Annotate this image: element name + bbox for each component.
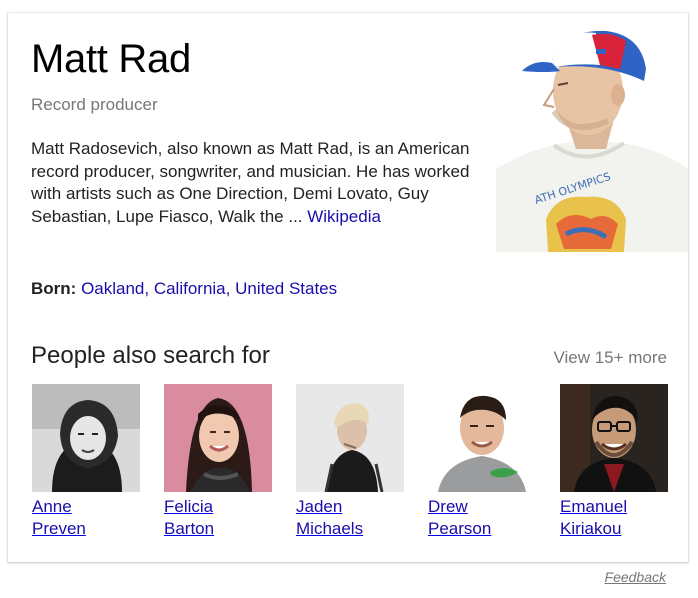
related-person-emanuel-kiriakou[interactable]: Emanuel Kiriakou	[560, 384, 668, 540]
person-first-name: Anne	[32, 497, 72, 516]
person-last-name: Barton	[164, 519, 215, 538]
person-thumbnail	[428, 384, 536, 492]
people-also-search-heading: People also search for	[31, 342, 270, 369]
person-last-name: Pearson	[428, 519, 492, 538]
born-fact: Born: Oakland, California, United States	[31, 279, 337, 299]
person-thumbnail	[560, 384, 668, 492]
person-first-name: Felicia	[164, 497, 214, 516]
person-thumbnail	[296, 384, 404, 492]
knowledge-panel: Matt Rad Record producer Matt Radosevich…	[8, 13, 688, 562]
person-last-name: Kiriakou	[560, 519, 622, 538]
person-thumbnail	[164, 384, 272, 492]
feedback-link[interactable]: Feedback	[605, 569, 666, 585]
person-first-name: Drew	[428, 497, 468, 516]
description-text: Matt Radosevich, also known as Matt Rad,…	[31, 139, 470, 226]
related-person-drew-pearson[interactable]: Drew Pearson	[428, 384, 536, 540]
born-label: Born:	[31, 279, 77, 298]
entity-description: Matt Radosevich, also known as Matt Rad,…	[31, 138, 481, 228]
person-thumbnail	[32, 384, 140, 492]
related-person-anne-preven[interactable]: Anne Preven	[32, 384, 140, 540]
entity-title: Matt Rad	[31, 37, 191, 81]
related-person-jaden-michaels[interactable]: Jaden Michaels	[296, 384, 404, 540]
portrait-image: ATH OLYMPICS	[496, 19, 688, 252]
entity-subtitle: Record producer	[31, 95, 158, 114]
born-location-link[interactable]: Oakland, California, United States	[81, 279, 337, 298]
person-first-name: Emanuel	[560, 497, 628, 516]
related-person-felicia-barton[interactable]: Felicia Barton	[164, 384, 272, 540]
person-last-name: Michaels	[296, 519, 364, 538]
person-first-name: Jaden	[296, 497, 343, 516]
view-more-link[interactable]: View 15+ more	[553, 348, 667, 368]
main-photo[interactable]: ATH OLYMPICS	[496, 19, 688, 252]
person-last-name: Preven	[32, 519, 86, 538]
wikipedia-link[interactable]: Wikipedia	[307, 207, 381, 226]
